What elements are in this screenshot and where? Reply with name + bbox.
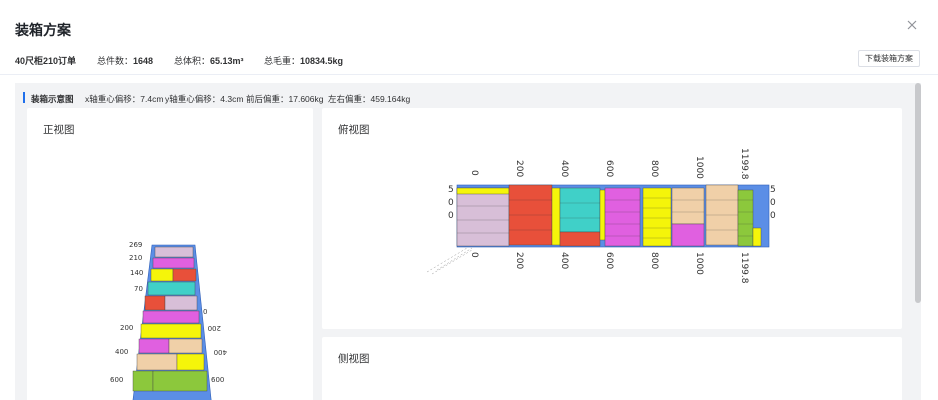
y-offset-stat: y轴重心偏移：4.3cm [165, 94, 244, 104]
total-weight-value: 10834.5kg [300, 56, 344, 66]
total-count: 总件数：1648 [97, 54, 153, 67]
total-count-value: 1648 [133, 56, 154, 66]
container-type: 40尺柜210订单 [15, 56, 77, 66]
top-right-label-2: 0 [770, 211, 776, 221]
total-weight: 总毛重：10834.5kg [264, 54, 343, 67]
top-tick-800: 800 [649, 160, 659, 177]
side-view-title: 侧视图 [338, 353, 370, 365]
top-tick-200: 200 [514, 160, 524, 177]
top-bottom-tick-400: 400 [559, 252, 569, 269]
dialog-title: 装箱方案 [15, 22, 71, 38]
vertical-scrollbar[interactable] [915, 83, 921, 303]
summary-bar: 40尺柜210订单 总件数：1648 总体积：65.13m³ 总毛重：10834… [15, 50, 920, 72]
top-tick-600: 600 [604, 160, 614, 177]
front-back-stat: 前后偏重：17.606kg [246, 94, 324, 104]
top-bottom-tick-1000: 1000 [694, 252, 704, 275]
top-right-label-0: 5 [770, 185, 776, 195]
diagram-panel: 装箱示意图 x轴重心偏移：7.4cm y轴重心偏移：4.3cm 前后偏重：17.… [15, 83, 921, 400]
total-volume: 总体积：65.13m³ [174, 54, 244, 67]
front-tick-70: 70 [134, 285, 143, 293]
section-title: 装箱示意图 [31, 94, 74, 104]
top-perspective-lines [426, 247, 473, 275]
packing-plan-dialog: 装箱方案 40尺柜210订单 总件数：1648 总体积：65.13m³ 总毛重：… [0, 0, 938, 400]
top-box-groups [456, 184, 762, 247]
top-tick-1000: 1000 [694, 156, 704, 179]
top-tick-0: 0 [469, 170, 479, 176]
top-left-label-1: 0 [448, 198, 454, 208]
top-bottom-tick-200: 200 [514, 252, 524, 269]
section-accent-bar [23, 92, 25, 103]
front-tick-210: 210 [129, 254, 142, 262]
divider [0, 74, 938, 75]
front-tick-269: 269 [129, 241, 142, 249]
front-right-tick-600: 600 [211, 376, 224, 384]
front-tick-600: 600 [110, 376, 123, 384]
total-volume-label: 总体积： [174, 56, 211, 66]
top-bottom-tick-600: 600 [604, 252, 614, 269]
top-tick-400: 400 [559, 160, 569, 177]
front-right-tick-0: 0 [203, 308, 207, 316]
total-count-label: 总件数： [97, 56, 134, 66]
top-bottom-tick-0: 0 [469, 252, 479, 258]
left-right-stat: 左右偏重：459.164kg [328, 94, 411, 104]
top-bottom-tick-800: 800 [649, 252, 659, 269]
top-right-label-1: 0 [770, 198, 776, 208]
close-icon[interactable] [904, 18, 920, 34]
total-weight-label: 总毛重： [264, 56, 301, 66]
front-view-card: 正视图 269 210 140 70 200 400 600 0 200 400… [27, 108, 313, 400]
top-left-label-0: 5 [448, 185, 454, 195]
front-tick-140: 140 [130, 269, 143, 277]
front-tick-400: 400 [115, 348, 128, 356]
front-tick-200: 200 [120, 324, 133, 332]
top-view-diagram: 0 200 400 600 800 1000 1199.8 5 0 0 5 0 … [426, 148, 776, 284]
top-view-card: 俯视图 0 200 400 600 800 1000 1199.8 5 0 0 … [322, 108, 902, 329]
total-volume-value: 65.13m³ [210, 56, 244, 66]
download-plan-button[interactable]: 下载装箱方案 [858, 50, 920, 67]
front-right-tick-400: 400 [214, 348, 227, 356]
front-view-diagram: 269 210 140 70 200 400 600 0 200 400 600 [110, 241, 227, 400]
top-tick-1199: 1199.8 [739, 148, 749, 180]
front-right-tick-200: 200 [208, 324, 221, 332]
x-offset-stat: x轴重心偏移：7.4cm [85, 94, 164, 104]
top-bottom-tick-1199: 1199.8 [739, 252, 749, 284]
top-left-label-2: 0 [448, 211, 454, 221]
side-view-card: 侧视图 [322, 337, 902, 400]
close-icon-glyph [907, 20, 917, 30]
